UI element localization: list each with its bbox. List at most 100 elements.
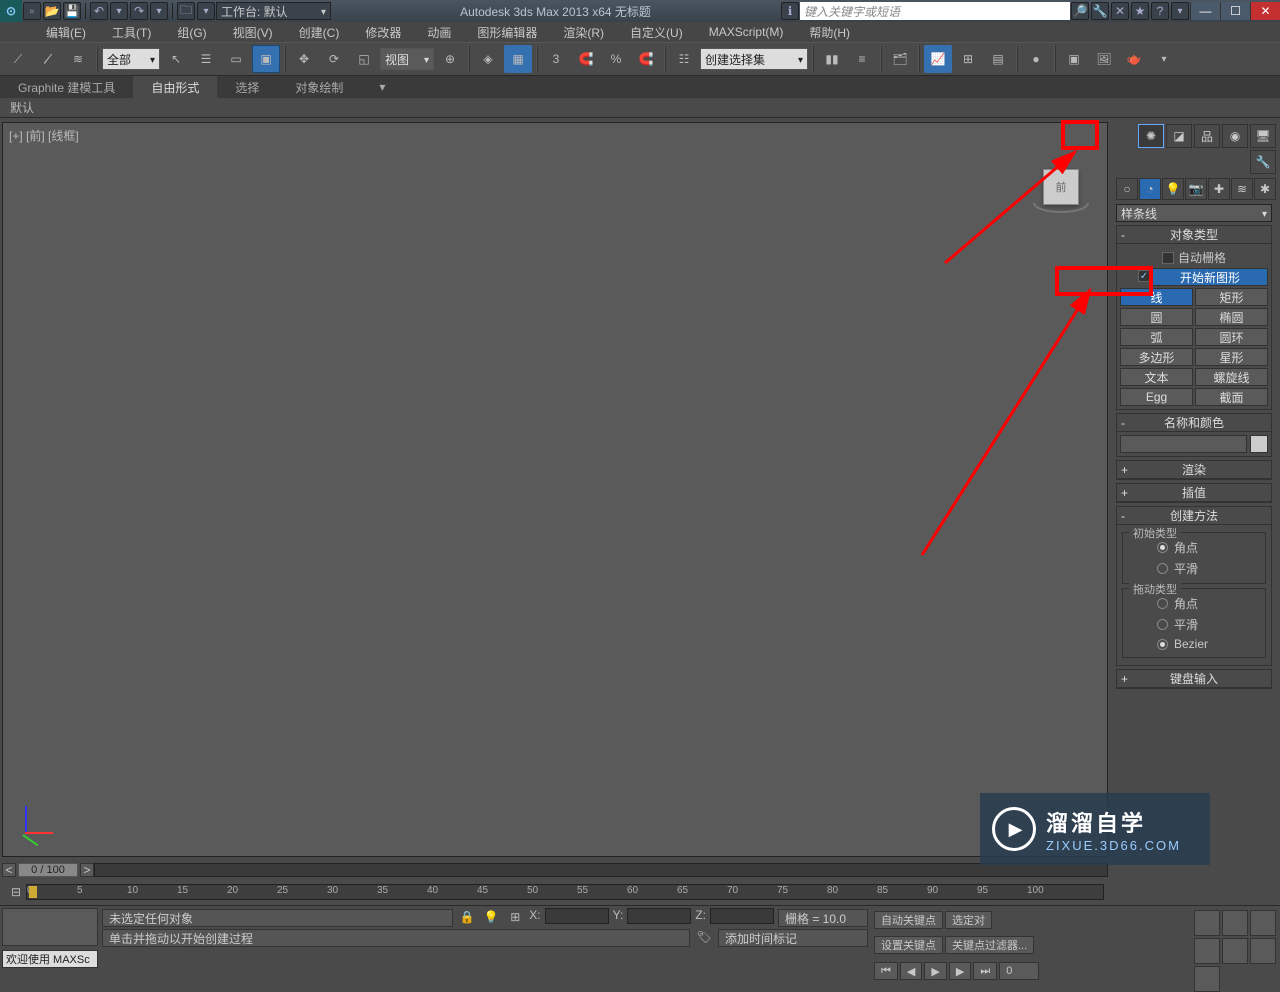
material-editor-icon[interactable]: ● <box>1022 45 1050 73</box>
bind-space-icon[interactable]: ≋ <box>64 45 92 73</box>
menu-views[interactable]: 视图(V) <box>227 22 279 43</box>
lock-icon[interactable]: 🔒 <box>457 908 477 926</box>
help-icon[interactable]: ? <box>1151 2 1169 20</box>
menu-graph[interactable]: 图形编辑器 <box>471 22 543 43</box>
timetag-icon[interactable]: 🏷 <box>694 928 714 946</box>
goto-start-icon[interactable]: ⏮ <box>874 962 898 980</box>
utilities-tab-icon[interactable]: 🔧 <box>1250 150 1276 174</box>
keyfilters-button[interactable]: 关键点过滤器... <box>945 936 1034 954</box>
scale-icon[interactable]: ◱ <box>350 45 378 73</box>
dope-icon[interactable]: ▤ <box>984 45 1012 73</box>
systems-sub-icon[interactable]: ✱ <box>1254 178 1276 200</box>
refcoord-combo[interactable]: 视图 <box>380 48 434 70</box>
initial-smooth-radio[interactable] <box>1157 563 1168 574</box>
mirror-icon[interactable]: ▮▮ <box>818 45 846 73</box>
move-icon[interactable]: ✥ <box>290 45 318 73</box>
app-icon[interactable]: ⊙ <box>0 0 22 22</box>
arc-button[interactable]: 弧 <box>1120 328 1193 346</box>
viewport[interactable]: [+] [前] [线框] 前 <box>2 122 1108 857</box>
autogrid-checkbox[interactable] <box>1162 252 1174 264</box>
object-color-swatch[interactable] <box>1250 435 1268 453</box>
render-setup-icon[interactable]: ▣ <box>1060 45 1088 73</box>
unlink-icon[interactable]: ⟋̸ <box>34 45 62 73</box>
render-frame-icon[interactable]: 🖼 <box>1090 45 1118 73</box>
search-input[interactable]: 键入关键字或短语 <box>800 2 1070 20</box>
isolate-icon[interactable]: 💡 <box>481 908 501 926</box>
viewcube-compass[interactable] <box>1033 203 1089 213</box>
close-button[interactable]: ✕ <box>1250 2 1280 20</box>
undo-drop-icon[interactable] <box>110 2 128 20</box>
pivot-icon[interactable]: ⊕ <box>436 45 464 73</box>
manip-icon[interactable]: ◈ <box>474 45 502 73</box>
menu-edit[interactable]: 编辑(E) <box>40 22 92 43</box>
menu-rendering[interactable]: 渲染(R) <box>557 22 610 43</box>
select-region-icon[interactable]: ▭ <box>222 45 250 73</box>
undo-icon[interactable]: ↶ <box>90 2 108 20</box>
ellipse-button[interactable]: 椭圆 <box>1195 308 1268 326</box>
selected-button[interactable]: 选定对 <box>945 911 992 929</box>
timetag-label[interactable]: 添加时间标记 <box>718 929 868 947</box>
display-tab-icon[interactable]: 🖥 <box>1250 124 1276 148</box>
hierarchy-tab-icon[interactable]: 品 <box>1194 124 1220 148</box>
rollout-interp-header[interactable]: +插值 <box>1117 484 1271 502</box>
menu-customize[interactable]: 自定义(U) <box>624 22 689 43</box>
ribbon-tab-select[interactable]: 选择 <box>217 76 277 99</box>
render-prod-icon[interactable]: 🫖 <box>1120 45 1148 73</box>
pan-icon[interactable] <box>1222 938 1248 964</box>
spacewarps-sub-icon[interactable]: ≋ <box>1231 178 1253 200</box>
workspace-combo[interactable]: 工作台: 默认 <box>216 2 331 20</box>
rollout-name-header[interactable]: -名称和颜色 <box>1117 414 1271 432</box>
geometry-sub-icon[interactable]: ○ <box>1116 178 1138 200</box>
create-tab-icon[interactable]: ✺ <box>1138 124 1164 148</box>
align-icon[interactable]: ≡ <box>848 45 876 73</box>
namedset-combo[interactable]: 创建选择集 <box>700 48 808 70</box>
drag-bezier-radio[interactable] <box>1157 639 1168 650</box>
prev-frame-icon[interactable]: ◀ <box>900 962 922 980</box>
snap-percent-icon[interactable]: % <box>602 45 630 73</box>
rollout-keyboard-header[interactable]: +键盘输入 <box>1117 670 1271 688</box>
orbit-icon[interactable] <box>1250 938 1276 964</box>
frame-field[interactable]: 0 <box>999 962 1039 980</box>
initial-corner-radio[interactable] <box>1157 542 1168 553</box>
new-icon[interactable]: ▫ <box>23 2 41 20</box>
rollout-render-header[interactable]: +渲染 <box>1117 461 1271 479</box>
ngon-button[interactable]: 多边形 <box>1120 348 1193 366</box>
window-crossing-icon[interactable]: ▣ <box>252 45 280 73</box>
select-link-icon[interactable]: ⟋ <box>4 45 32 73</box>
drag-smooth-radio[interactable] <box>1157 619 1168 630</box>
snap-angle-icon[interactable]: 🧲 <box>572 45 600 73</box>
text-button[interactable]: 文本 <box>1120 368 1193 386</box>
menu-group[interactable]: 组(G) <box>171 22 212 43</box>
rollout-objtype-header[interactable]: -对象类型 <box>1117 226 1271 244</box>
snap-spinner-icon[interactable]: 🧲 <box>632 45 660 73</box>
track-bar[interactable]: ⊟ 05101520253035404550556065707580859095… <box>2 881 1108 903</box>
trackbar-ruler[interactable]: 0510152025303540455055606570758085909510… <box>26 884 1104 900</box>
exchange-icon[interactable]: ✕ <box>1111 2 1129 20</box>
menu-create[interactable]: 创建(C) <box>293 22 346 43</box>
section-button[interactable]: 截面 <box>1195 388 1268 406</box>
object-name-input[interactable] <box>1120 435 1247 453</box>
absrel-icon[interactable]: ⊞ <box>505 908 525 926</box>
motion-tab-icon[interactable]: ◉ <box>1222 124 1248 148</box>
circle-button[interactable]: 圆 <box>1120 308 1193 326</box>
autokey-button[interactable]: 自动关键点 <box>874 911 943 929</box>
time-slider[interactable]: < 0 / 100 > <box>2 861 1108 879</box>
ribbon-expand-icon[interactable]: ▾ <box>361 77 403 97</box>
menu-maxscript[interactable]: MAXScript(M) <box>703 23 790 41</box>
zoom-all-icon[interactable] <box>1222 910 1248 936</box>
curve-editor-icon[interactable]: 📈 <box>924 45 952 73</box>
layers-icon[interactable]: 🗂 <box>886 45 914 73</box>
comm-icon[interactable]: 🔧 <box>1091 2 1109 20</box>
trackbar-key[interactable] <box>29 886 37 898</box>
menu-animation[interactable]: 动画 <box>421 22 457 43</box>
ribbon-sub-default[interactable]: 默认 <box>10 99 34 116</box>
help-drop-icon[interactable] <box>1171 2 1189 20</box>
rollout-method-header[interactable]: -创建方法 <box>1117 507 1271 525</box>
slider-prev-icon[interactable]: < <box>2 863 16 877</box>
ribbon-tab-freeform[interactable]: 自由形式 <box>133 76 217 99</box>
redo-icon[interactable]: ↷ <box>130 2 148 20</box>
search-icon[interactable]: 🔎 <box>1071 2 1089 20</box>
zoom-ext-icon[interactable] <box>1250 910 1276 936</box>
minimize-button[interactable]: — <box>1190 2 1220 20</box>
selection-filter-combo[interactable]: 全部 <box>102 48 160 70</box>
